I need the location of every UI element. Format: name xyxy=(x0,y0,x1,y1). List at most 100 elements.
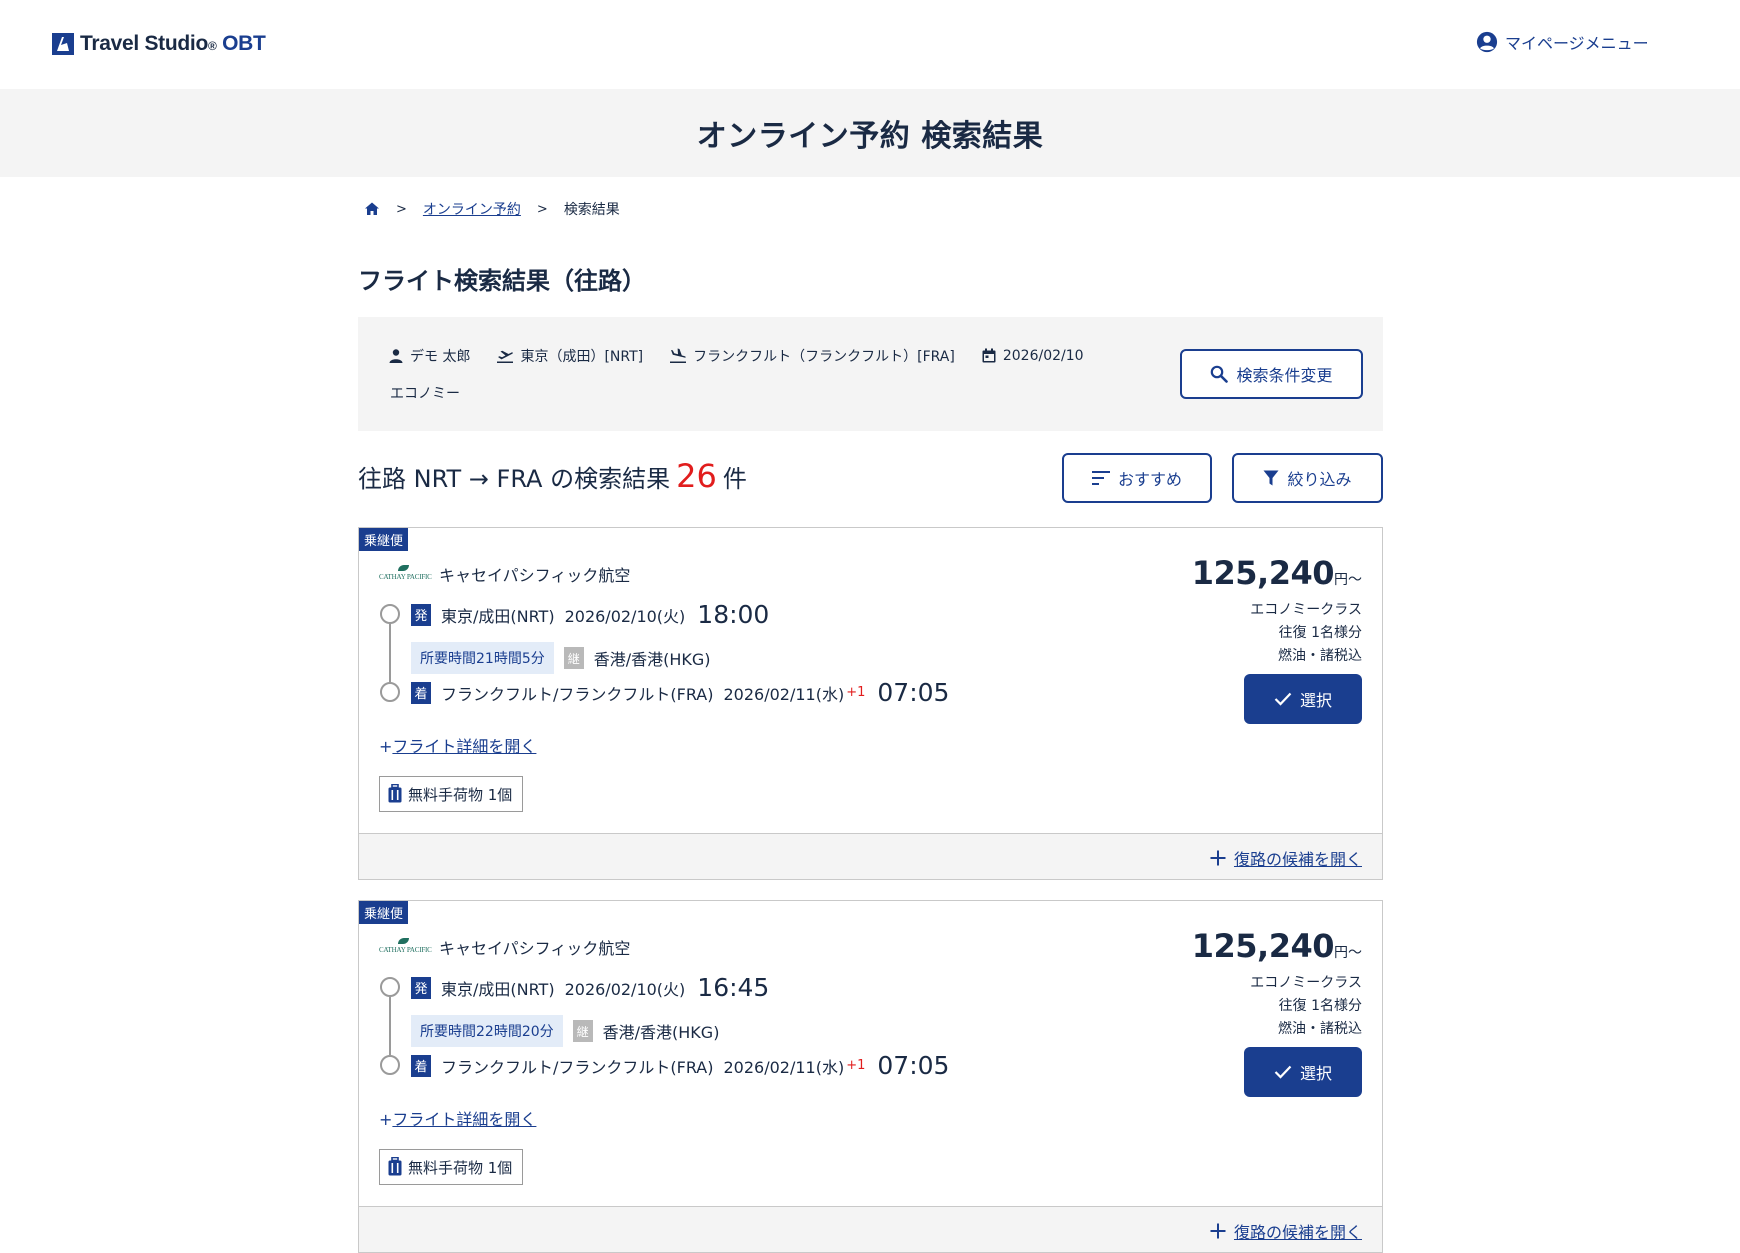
plus-icon: + xyxy=(379,1110,393,1129)
transit-row: 所要時間21時間5分 継 香港/香港(HKG) xyxy=(411,642,711,674)
departure-place: 東京/成田(NRT) xyxy=(441,606,555,626)
select-flight-button[interactable]: 選択 xyxy=(1244,1047,1362,1097)
connection-badge: 乗継便 xyxy=(359,901,409,924)
open-return-options-link[interactable]: 復路の候補を開く xyxy=(1210,1219,1362,1243)
arrival-date: 2026/02/11(水) xyxy=(723,684,845,704)
transit-row: 所要時間22時間20分 継 香港/香港(HKG) xyxy=(411,1015,719,1047)
departure-date: 2026/02/10 xyxy=(1002,348,1084,364)
results-count: 26 xyxy=(676,457,717,495)
card-footer: 復路の候補を開く xyxy=(359,1206,1382,1252)
day-offset: +1 xyxy=(846,1058,866,1073)
price: 125,240円～ xyxy=(1192,554,1362,592)
flight-detail-link[interactable]: +フライト詳細を開く xyxy=(379,1106,536,1130)
arrival-time: 07:05 xyxy=(877,1051,950,1080)
route-line xyxy=(389,997,391,1055)
departure-dot-icon xyxy=(380,977,400,997)
price-unit: 円～ xyxy=(1334,945,1362,961)
results-suffix: 件 xyxy=(722,465,747,493)
price-pax: 往復 1名様分 xyxy=(1278,625,1362,641)
departure-tag: 発 xyxy=(411,976,431,999)
arrival-dot-icon xyxy=(380,1055,400,1075)
plus-icon: + xyxy=(379,737,393,756)
filter-button[interactable]: 絞り込み xyxy=(1232,453,1383,503)
page-title: オンライン予約 検索結果 xyxy=(696,119,1044,154)
price-details: エコノミークラス 往復 1名様分 燃油・諸税込 xyxy=(1250,972,1362,1041)
mypage-label: マイページメニュー xyxy=(1505,34,1649,53)
arrival-dot-icon xyxy=(380,682,400,702)
arrival-row: 着 フランクフルト/フランクフルト(FRA) 2026/02/11(水) +1 … xyxy=(411,678,949,707)
arrival-time: 07:05 xyxy=(877,678,950,707)
traveler-name: デモ 太郎 xyxy=(410,349,471,365)
arrival-airport: フランクフルト（フランクフルト）[FRA] xyxy=(693,349,955,365)
baggage-info: 無料手荷物 1個 xyxy=(379,776,524,812)
transit-place: 香港/香港(HKG) xyxy=(602,1023,720,1042)
sort-lines-icon xyxy=(1091,471,1110,485)
airline-name: キャセイパシフィック航空 xyxy=(439,939,631,958)
cathay-pacific-logo-icon: CATHAY PACIFIC xyxy=(379,565,432,583)
day-offset: +1 xyxy=(846,685,866,700)
transit-place: 香港/香港(HKG) xyxy=(593,650,711,669)
airline-info: CATHAY PACIFIC キャセイパシフィック航空 xyxy=(379,562,630,586)
duration-badge: 所要時間22時間20分 xyxy=(411,1015,563,1047)
price-details: エコノミークラス 往復 1名様分 燃油・諸税込 xyxy=(1250,599,1362,668)
departure-time: 16:45 xyxy=(697,973,770,1002)
price-tax: 燃油・諸税込 xyxy=(1278,1021,1362,1037)
change-search-label: 検索条件変更 xyxy=(1236,366,1333,385)
route-line xyxy=(389,624,391,682)
duration-badge: 所要時間21時間5分 xyxy=(411,642,554,674)
select-flight-button[interactable]: 選択 xyxy=(1244,674,1362,724)
filter-funnel-icon xyxy=(1263,470,1279,486)
condition-traveler: デモ 太郎 xyxy=(388,346,470,366)
landing-icon xyxy=(670,348,687,363)
departure-date: 2026/02/10(火) xyxy=(564,979,686,999)
price-tax: 燃油・諸税込 xyxy=(1278,648,1362,664)
breadcrumb-online-booking-link[interactable]: オンライン予約 xyxy=(423,199,521,219)
results-summary: 往路 NRT → FRA の検索結果 26 件 xyxy=(358,457,747,495)
arrival-row: 着 フランクフルト/フランクフルト(FRA) 2026/02/11(水) +1 … xyxy=(411,1051,949,1080)
takeoff-icon xyxy=(497,350,514,363)
open-return-options-link[interactable]: 復路の候補を開く xyxy=(1210,846,1362,870)
site-header: Travel Studio® OBT マイページメニュー xyxy=(0,0,1740,89)
breadcrumb-separator: > xyxy=(536,201,548,217)
search-conditions-panel: デモ 太郎 東京（成田）[NRT] フランクフルト（フランクフルト）[FRA] … xyxy=(358,317,1383,431)
price-amount: 125,240 xyxy=(1191,554,1335,592)
departure-row: 発 東京/成田(NRT) 2026/02/10(火) 16:45 xyxy=(411,973,769,1002)
transit-tag: 継 xyxy=(563,647,584,669)
transit-tag: 継 xyxy=(572,1020,593,1042)
logo-mark-icon xyxy=(52,33,74,55)
luggage-icon xyxy=(388,784,402,803)
price: 125,240円～ xyxy=(1192,927,1362,965)
search-conditions-row: デモ 太郎 東京（成田）[NRT] フランクフルト（フランクフルト）[FRA] … xyxy=(388,346,1084,366)
home-icon[interactable] xyxy=(364,201,380,217)
plus-icon xyxy=(1210,1223,1226,1239)
condition-arrival: フランクフルト（フランクフルト）[FRA] xyxy=(669,346,955,366)
results-prefix: 往路 NRT → FRA の検索結果 xyxy=(358,465,671,493)
price-unit: 円～ xyxy=(1334,572,1362,588)
arrival-tag: 着 xyxy=(411,1054,431,1077)
mypage-menu-link[interactable]: マイページメニュー xyxy=(1476,30,1649,54)
connection-badge: 乗継便 xyxy=(359,528,409,551)
change-search-button[interactable]: 検索条件変更 xyxy=(1180,349,1363,399)
baggage-info: 無料手荷物 1個 xyxy=(379,1149,524,1185)
arrival-place: フランクフルト/フランクフルト(FRA) xyxy=(441,1057,714,1077)
flight-detail-link[interactable]: +フライト詳細を開く xyxy=(379,733,536,757)
cabin-class: エコノミー xyxy=(390,386,460,402)
price-class: エコノミークラス xyxy=(1250,975,1362,991)
calendar-icon xyxy=(982,348,996,363)
return-link-label: 復路の候補を開く xyxy=(1233,850,1362,869)
card-footer: 復路の候補を開く xyxy=(359,833,1382,879)
site-logo[interactable]: Travel Studio® OBT xyxy=(52,32,266,56)
departure-row: 発 東京/成田(NRT) 2026/02/10(火) 18:00 xyxy=(411,600,769,629)
route-timeline xyxy=(380,604,400,702)
flight-card: 乗継便 CATHAY PACIFIC キャセイパシフィック航空 発 東京/成田(… xyxy=(358,527,1383,880)
cathay-pacific-logo-icon: CATHAY PACIFIC xyxy=(379,938,432,956)
airline-name: キャセイパシフィック航空 xyxy=(439,566,631,585)
select-label: 選択 xyxy=(1299,691,1332,710)
return-link-label: 復路の候補を開く xyxy=(1233,1223,1362,1242)
departure-dot-icon xyxy=(380,604,400,624)
sort-button[interactable]: おすすめ xyxy=(1062,453,1212,503)
departure-place: 東京/成田(NRT) xyxy=(441,979,555,999)
flight-card: 乗継便 CATHAY PACIFIC キャセイパシフィック航空 発 東京/成田(… xyxy=(358,900,1383,1253)
arrival-date: 2026/02/11(水) xyxy=(723,1057,845,1077)
baggage-label: 無料手荷物 1個 xyxy=(408,1158,513,1177)
